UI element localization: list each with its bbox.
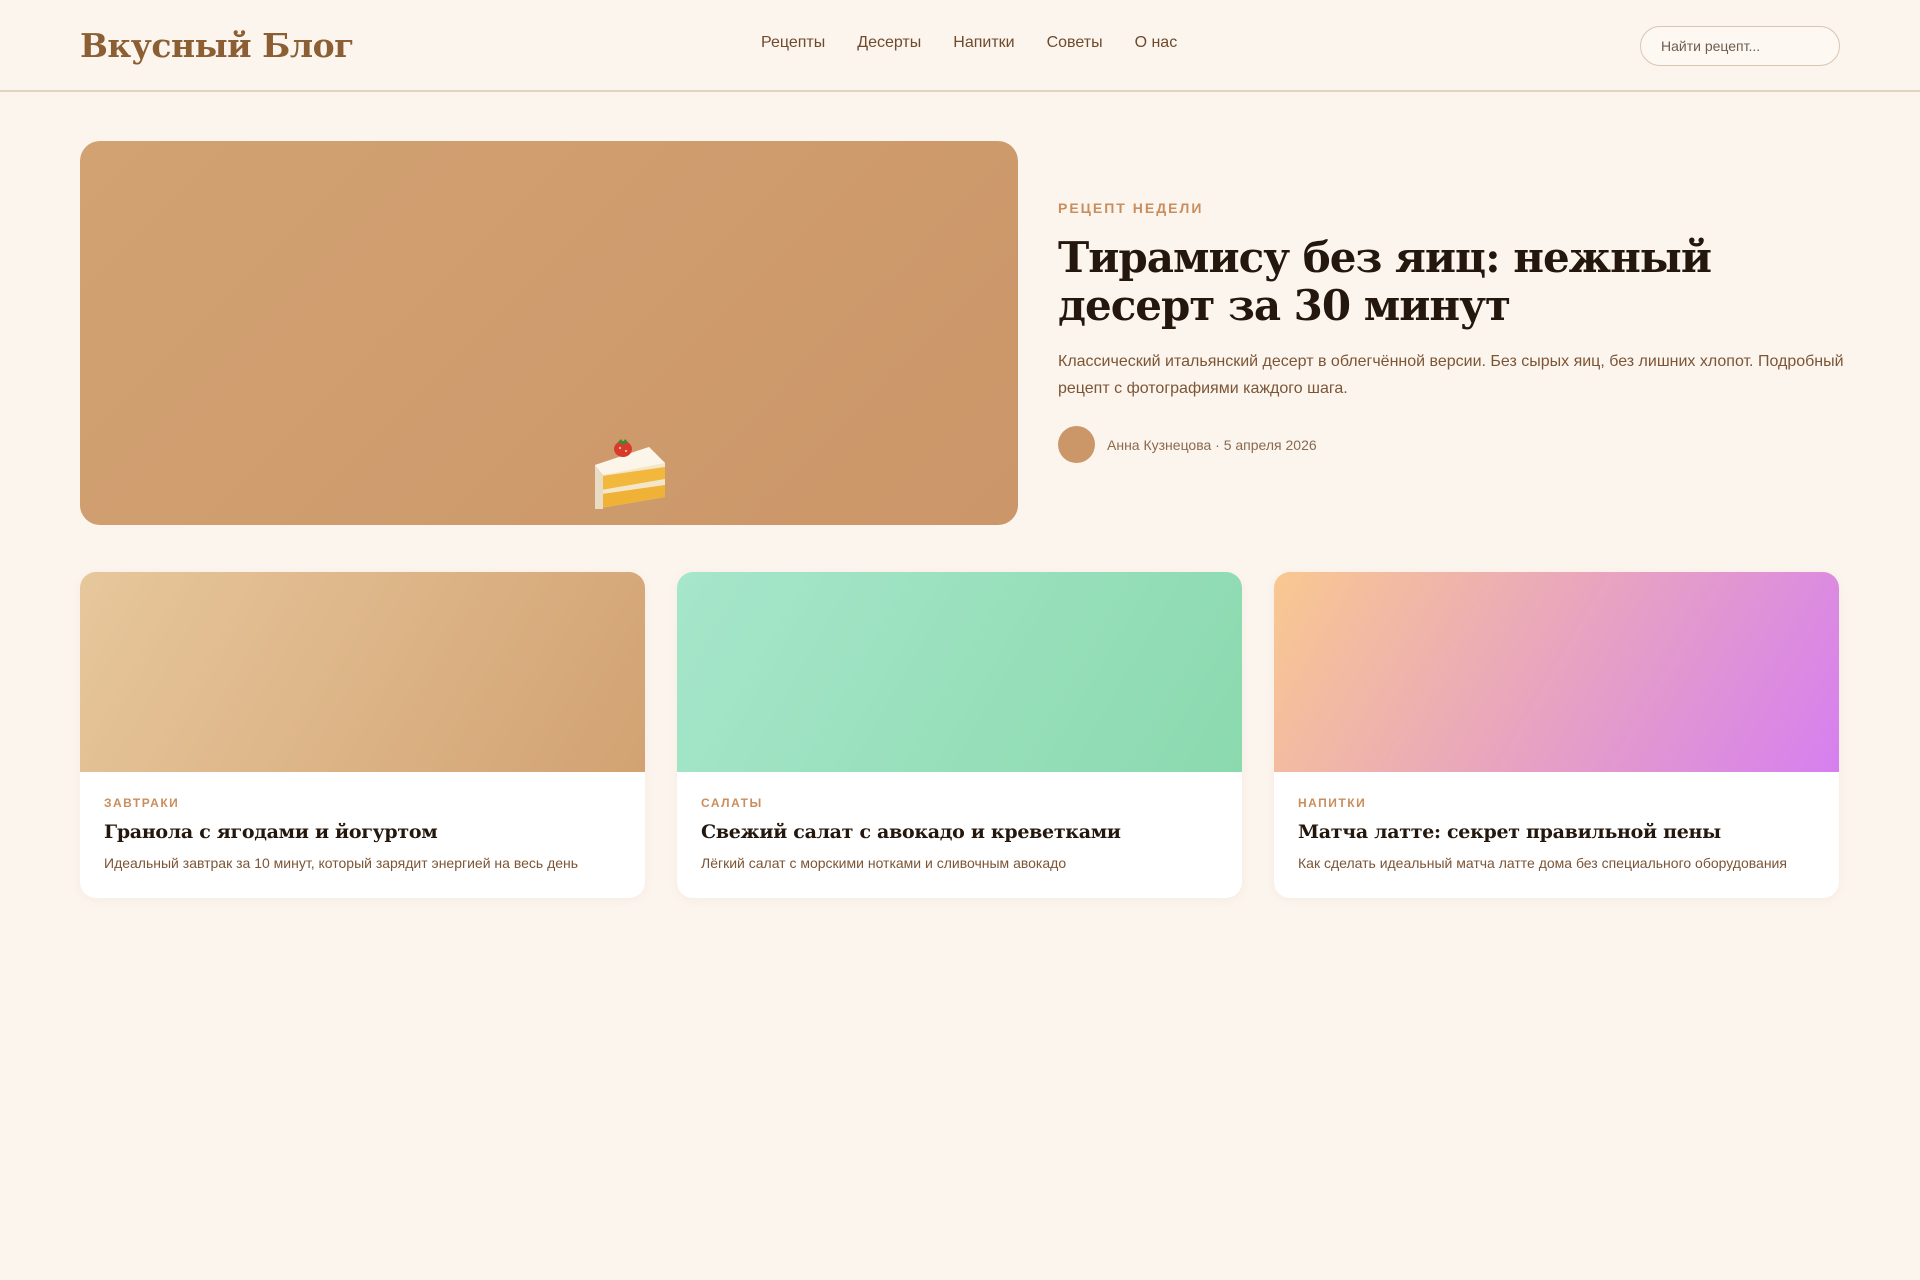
recipe-card[interactable]: НАПИТКИ Матча латте: секрет правильной п… [1274,572,1839,898]
nav-item-about[interactable]: О нас [1135,34,1178,52]
cake-slice-icon [595,439,665,509]
recipe-card[interactable]: САЛАТЫ Свежий салат с авокадо и креветка… [677,572,1242,898]
nav-item-recipes[interactable]: Рецепты [761,34,825,52]
nav-item-drinks[interactable]: Напитки [953,34,1014,52]
card-category: ЗАВТРАКИ [104,796,180,810]
recipe-cards: ЗАВТРАКИ Гранола с ягодами и йогуртом Ид… [80,572,1839,898]
hero-image[interactable] [80,141,1018,525]
site-header: Вкусный Блог Рецепты Десерты Напитки Сов… [0,0,1920,92]
hero-title[interactable]: Тирамису без яиц: нежный десерт за 30 ми… [1058,234,1848,330]
card-image [677,572,1242,772]
card-title[interactable]: Гранола с ягодами и йогуртом [104,821,621,843]
search-input[interactable] [1640,26,1840,66]
avatar [1058,426,1095,463]
nav-item-desserts[interactable]: Десерты [857,34,921,52]
card-title[interactable]: Свежий салат с авокадо и креветками [701,821,1218,843]
card-image [80,572,645,772]
hero-description: Классический итальянский десерт в облегч… [1058,353,1844,397]
card-description: Идеальный завтрак за 10 минут, который з… [104,855,579,871]
card-category: САЛАТЫ [701,796,763,810]
nav-item-tips[interactable]: Советы [1047,34,1103,52]
author-info: Анна Кузнецова · 5 апреля 2026 [1058,426,1848,463]
card-category: НАПИТКИ [1298,796,1367,810]
card-description: Лёгкий салат с морскими нотками и сливоч… [701,855,1067,871]
hero-kicker: РЕЦЕПТ НЕДЕЛИ [1058,200,1204,216]
card-image [1274,572,1839,772]
recipe-card[interactable]: ЗАВТРАКИ Гранола с ягодами и йогуртом Ид… [80,572,645,898]
card-title[interactable]: Матча латте: секрет правильной пены [1298,821,1815,843]
main-nav: Рецепты Десерты Напитки Советы О нас [761,34,1177,52]
author-meta: Анна Кузнецова · 5 апреля 2026 [1107,436,1317,453]
site-logo[interactable]: Вкусный Блог [80,26,354,65]
hero-text: РЕЦЕПТ НЕДЕЛИ Тирамису без яиц: нежный д… [1058,200,1848,463]
card-description: Как сделать идеальный матча латте дома б… [1298,855,1787,871]
